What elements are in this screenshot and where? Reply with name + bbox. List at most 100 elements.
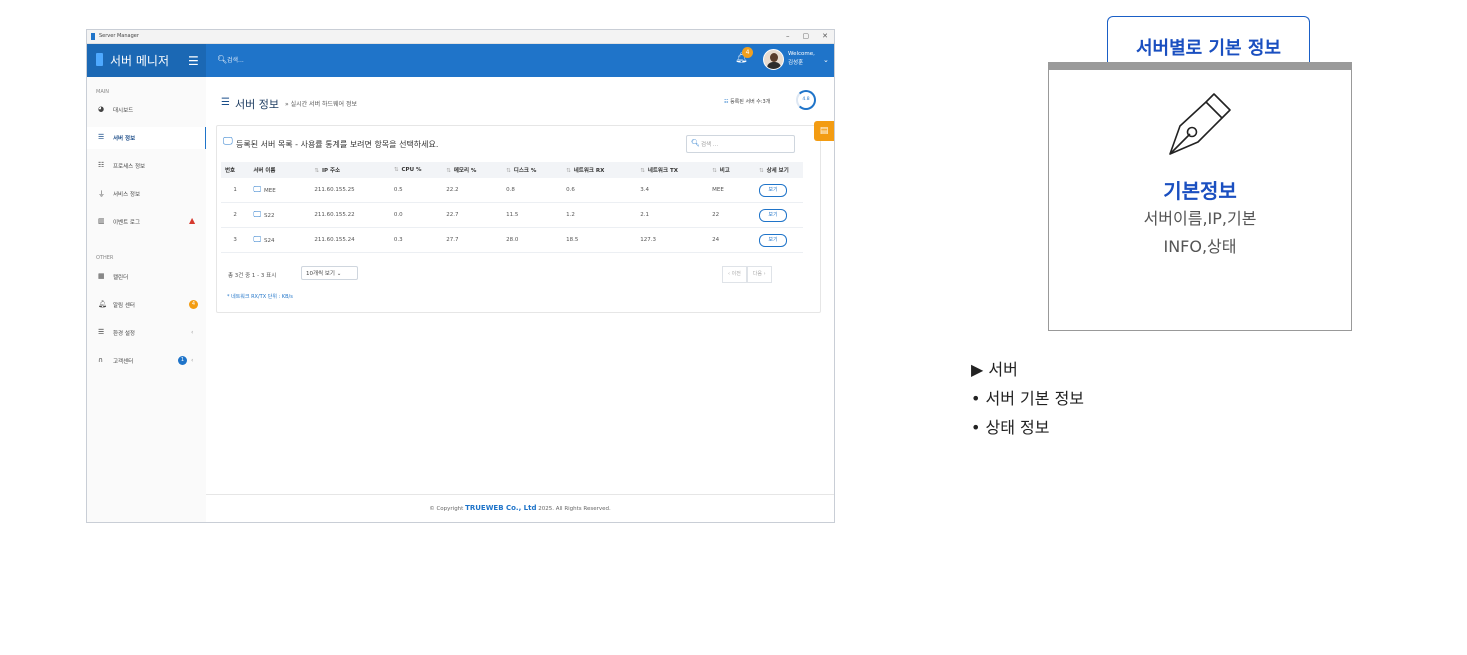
server-icon: ☰ [98,133,105,141]
sliders-icon: ☰ [98,328,105,336]
avatar[interactable] [763,49,784,70]
sort-icon: ⇅ [506,168,511,174]
chevron-down-icon: ⌄ [336,271,342,277]
bell-icon: 🔔︎ [98,300,107,308]
sidebar: MAIN ◕ 대시보드 ☰ 서버 정보 ☷ 프로세스 정보 ⏚ 서비스 정보 ▥… [87,77,207,522]
list-item: • 상태 정보 [971,418,1050,437]
sidebar-item-process-info[interactable]: ☷ 프로세스 정보 [87,155,205,177]
info-card: 기본정보 서버이름,IP,기본 INFO,상태 [1048,62,1352,331]
trash-icon: ▥ [98,217,105,225]
col-no[interactable]: 번호 [221,162,250,178]
brand-name: 서버 메니저 [110,54,170,68]
sort-icon: ⇅ [446,168,451,174]
sort-icon: ⇅ [758,168,764,174]
sidebar-item-settings[interactable]: ☰ 환경 설정 ‹ [87,322,205,344]
col-name[interactable]: 서버 이름 [249,162,311,178]
plug-icon: ⏚ [98,190,105,198]
server-icon: ☰ [221,97,230,108]
company-link[interactable]: TRUEWEB Co., Ltd [465,504,536,512]
server-count: ☷ 등록된 서버 수:3개 [724,99,771,105]
unit-note: * 네트워크 RX/TX 단위 : KB/s [227,294,293,300]
window-title: Server Manager [99,33,139,39]
sort-icon: ⇅ [640,168,645,174]
footer: © Copyright TRUEWEB Co., Ltd 2025. All R… [206,494,834,522]
app-window: Server Manager – ▢ ✕ 서버 메니저 ☰ 🔍︎ 검색... 🔔… [86,29,835,523]
table-search-input[interactable]: 🔍︎ 검색 ... [686,135,795,153]
warning-icon: ▲ [189,216,196,225]
chevron-left-icon: ‹ [191,329,194,336]
sidebar-item-calendar[interactable]: ▦ 캘린더 [87,266,205,288]
server-logo-icon [96,53,103,66]
feature-list: ▶ 서버 • 서버 기본 정보 • 상태 정보 [971,355,1084,442]
app-icon [91,33,95,40]
next-page-button[interactable]: 다음 › [746,266,772,283]
main-content: ☰ 서버 정보 » 실시간 서버 하드웨어 정보 ☷ 등록된 서버 수:3개 4… [206,77,834,522]
table-header-row: 번호 서버 이름 ⇅ IP 주소 ⇅ CPU % ⇅ 메모리 % ⇅ 디스크 % ⇅ 네트… [221,162,803,178]
user-welcome[interactable]: Welcome, 김성훈 [788,50,815,68]
col-disk[interactable]: ⇅ 디스크 % [502,162,563,178]
monitor-icon: 🖵 [223,136,233,147]
pen-nib-icon [1169,93,1231,155]
monitor-icon: 🖵 [253,185,262,194]
window-titlebar: Server Manager – ▢ ✕ [87,30,834,44]
info-tab-label: 서버별로 기본 정보 [1135,38,1281,59]
sidebar-section-other: OTHER [96,255,114,261]
top-search-input[interactable]: 검색... [227,55,244,64]
col-ip[interactable]: ⇅ IP 주소 [310,162,390,178]
card-title: 등록된 서버 목록 - 사용률 통계를 보려면 항목을 선택하세요. [236,140,439,149]
hamburger-menu-icon[interactable]: ☰ [188,54,199,68]
sidebar-section-main: MAIN [96,89,109,95]
view-button[interactable]: 보기 [758,208,787,222]
feature-heading: ▶ 서버 [971,360,1018,379]
search-icon[interactable]: 🔍︎ [217,55,227,64]
brand[interactable]: 서버 메니저 ☰ [87,44,206,77]
page-size-select[interactable]: 10개씩 보기 ⌄ [301,266,358,280]
table-row[interactable]: 1 🖵 MEE 211.60.155.25 0.5 22.2 0.8 0.6 3.… [221,178,803,203]
view-button[interactable]: 보기 [758,233,787,247]
col-cpu[interactable]: ⇅ CPU % [389,162,443,178]
chevron-left-icon: ‹ [191,357,194,364]
maximize-button[interactable]: ▢ [803,30,810,43]
support-count-badge: 1 [178,356,187,365]
headset-icon: ∩ [98,356,104,364]
col-rx[interactable]: ⇅ 네트워크 RX [562,162,637,178]
list-item: • 서버 기본 정보 [971,389,1085,408]
refresh-ring[interactable]: 4.8 [796,90,816,110]
page-subtitle: » 실시간 서버 하드웨어 정보 [285,101,358,108]
notification-badge: 4 [742,47,753,58]
col-note[interactable]: ⇅ 비고 [708,162,755,178]
info-tab: 서버별로 기본 정보 [1107,16,1310,62]
col-detail[interactable]: ⇅ 상세 보기 [754,162,803,178]
info-description: 서버이름,IP,기본 INFO,상태 [1143,209,1257,256]
list-icon: ☷ [98,161,105,169]
col-mem[interactable]: ⇅ 메모리 % [442,162,503,178]
search-icon: 🔍︎ [691,139,700,147]
clipboard-tab-icon[interactable]: ▤ [814,121,834,141]
page-title: 서버 정보 [235,98,279,111]
calendar-icon: ▦ [98,272,105,280]
minimize-button[interactable]: – [786,30,790,43]
sort-icon: ⇅ [712,168,717,174]
prev-page-button[interactable]: ‹ 이전 [722,266,747,283]
sort-icon: ⇅ [314,168,319,174]
sidebar-item-server-info[interactable]: ☰ 서버 정보 [87,127,207,149]
table-row[interactable]: 3 🖵 S24 211.60.155.24 0.3 27.7 28.0 18.5 … [221,227,803,253]
sidebar-item-service-info[interactable]: ⏚ 서비스 정보 [87,183,205,205]
sidebar-item-dashboard[interactable]: ◕ 대시보드 [87,99,205,121]
chevron-down-icon[interactable]: ⌄ [823,56,829,64]
table-row[interactable]: 2 🖵 S22 211.60.155.22 0.0 22.7 11.5 1.2 2… [221,202,803,228]
dashboard-icon: ◕ [98,105,105,113]
view-button[interactable]: 보기 [758,183,787,197]
server-table: 번호 서버 이름 ⇅ IP 주소 ⇅ CPU % ⇅ 메모리 % ⇅ 디스크 % ⇅ 네트… [221,162,803,253]
monitor-icon: 🖵 [253,235,262,244]
monitor-icon: 🖵 [253,210,262,219]
info-title: 기본정보 [1163,179,1237,203]
top-navbar: 서버 메니저 ☰ 🔍︎ 검색... 🔔︎ 4 Welcome, 김성훈 ⌄ [87,44,834,77]
close-button[interactable]: ✕ [822,30,828,43]
pagination-info: 총 3건 중 1 - 3 표시 [228,273,277,279]
sidebar-item-alert-center[interactable]: 🔔︎ 알림 센터 4 [87,294,205,316]
col-tx[interactable]: ⇅ 네트워크 TX [636,162,709,178]
sort-icon: ⇅ [566,168,571,174]
sidebar-item-event-log[interactable]: ▥ 이벤트 로그 ▲ [87,211,205,233]
sidebar-item-support[interactable]: ∩ 고객센터 1 ‹ [87,350,205,372]
